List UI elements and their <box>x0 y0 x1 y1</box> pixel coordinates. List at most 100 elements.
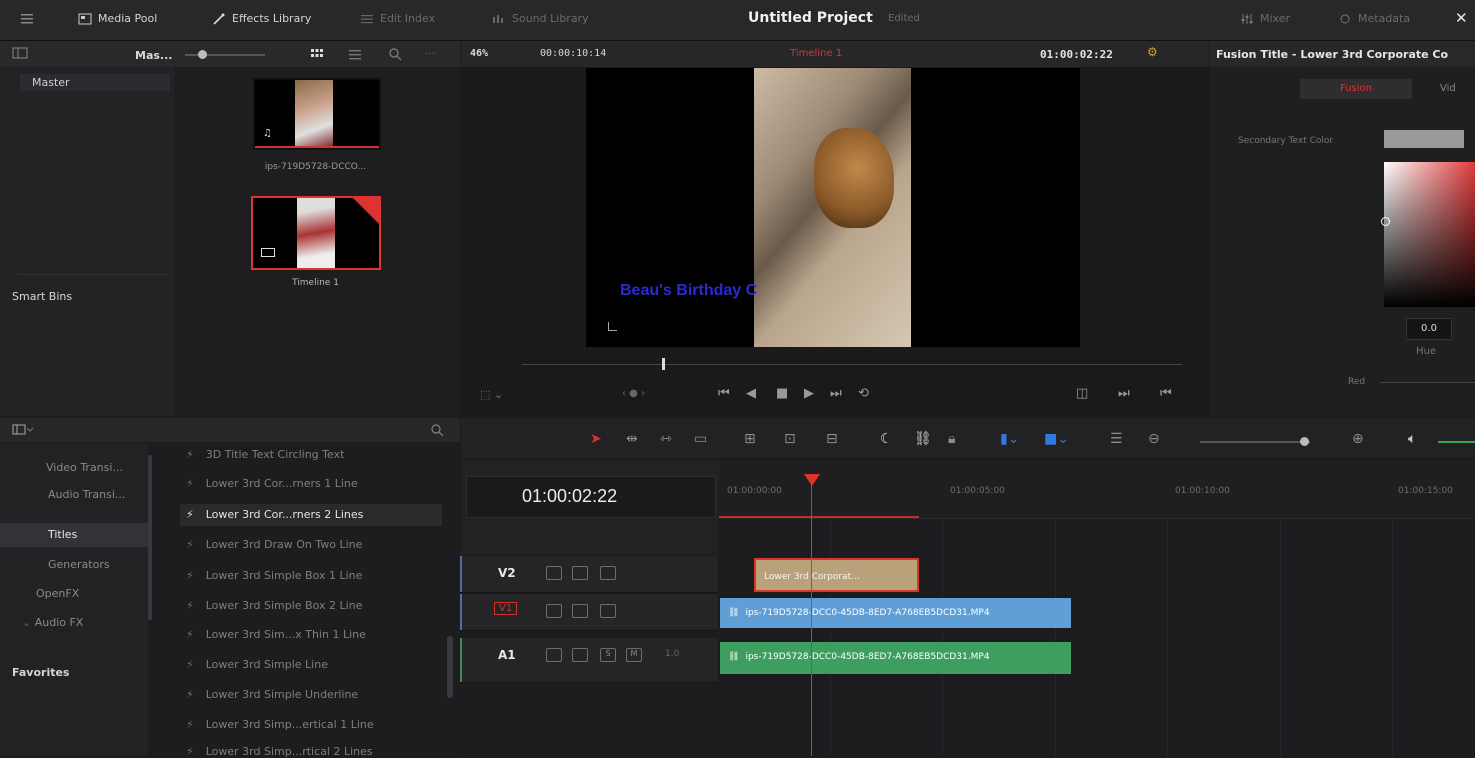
next-edit-icon[interactable]: ⏭ <box>1118 386 1130 401</box>
effect-item[interactable]: ⚡ Lower 3rd Simple Box 1 Line <box>186 569 362 582</box>
loop-icon[interactable]: ⟲ <box>858 386 869 401</box>
category-video-transitions[interactable]: Video Transi... <box>46 461 123 474</box>
master-bin[interactable]: Master <box>20 74 170 91</box>
viewer-options-icon[interactable]: ⚙ <box>1147 45 1158 59</box>
track-visibility-icon[interactable] <box>600 604 616 618</box>
trim-tool-icon[interactable]: ⇹ <box>626 431 638 447</box>
lock-icon[interactable] <box>546 566 562 580</box>
lock-icon[interactable]: 🔒︎ <box>948 431 955 447</box>
category-audio-transitions[interactable]: Audio Transi... <box>48 488 125 501</box>
effect-item-selected[interactable]: ⚡ Lower 3rd Cor...rners 2 Lines <box>180 504 442 526</box>
mute-button[interactable]: M <box>626 648 642 662</box>
effect-item[interactable]: ⚡ Lower 3rd Simple Box 2 Line <box>186 599 362 612</box>
zoom-slider-handle[interactable] <box>1300 437 1309 446</box>
zoom-out-icon[interactable]: ⊖ <box>1148 431 1160 447</box>
track-visibility-icon[interactable] <box>600 566 616 580</box>
close-icon[interactable]: ✕ <box>1455 9 1468 27</box>
audio-clip[interactable]: ⛓ ips-719D5728-DCC0-45DB-8ED7-A768EB5DCD3… <box>720 642 1071 674</box>
effect-item[interactable]: ⚡ Lower 3rd Sim...x Thin 1 Line <box>186 628 366 641</box>
marker-icon[interactable]: ■⌄ <box>1044 431 1069 447</box>
effects-scrollbar[interactable] <box>447 636 453 698</box>
effect-item[interactable]: ⚡ Lower 3rd Simp...rtical 2 Lines <box>186 745 373 758</box>
color-picker-handle[interactable] <box>1381 217 1390 226</box>
more-options-icon[interactable]: ··· <box>425 47 436 60</box>
timeline-view-icon[interactable]: ☰ <box>1110 431 1123 447</box>
panel-layout-icon[interactable] <box>12 47 30 62</box>
hue-field[interactable]: 0.0 <box>1406 318 1452 340</box>
link-icon[interactable]: ⛓ <box>914 431 932 447</box>
edit-index-button[interactable]: Edit Index <box>360 12 435 25</box>
thumbnail-size-slider[interactable] <box>185 54 265 56</box>
auto-select-icon[interactable] <box>572 604 588 618</box>
mark-in-icon[interactable]: ⏮ <box>1160 386 1172 401</box>
selection-tool-icon[interactable]: ➤ <box>590 431 602 447</box>
playhead-handle[interactable] <box>804 474 820 486</box>
red-slider[interactable] <box>1380 382 1475 383</box>
slider-handle[interactable] <box>198 50 207 59</box>
auto-select-icon[interactable] <box>572 648 588 662</box>
video-clip[interactable]: ⛓ ips-719D5728-DCC0-45DB-8ED7-A768EB5DCD3… <box>720 598 1071 628</box>
category-generators[interactable]: Generators <box>48 558 110 571</box>
sound-library-button[interactable]: Sound Library <box>492 12 589 25</box>
volume-slider[interactable] <box>1438 441 1475 443</box>
category-titles[interactable]: Titles <box>0 523 148 547</box>
list-view-icon[interactable] <box>348 48 362 63</box>
match-frame-icon[interactable]: ◫ <box>1076 386 1088 401</box>
dynamic-trim-icon[interactable]: ⇿ <box>660 431 672 447</box>
zoom-level[interactable]: 46% <box>470 48 488 59</box>
replace-clip-icon[interactable]: ⊟ <box>826 431 838 447</box>
media-pool-button[interactable]: Media Pool <box>78 12 157 25</box>
metadata-button[interactable]: Metadata <box>1338 12 1410 25</box>
go-to-end-icon[interactable]: ⏭ <box>830 386 842 401</box>
playhead[interactable] <box>811 475 812 756</box>
solo-button[interactable]: S <box>600 648 616 662</box>
track-name[interactable]: V1 <box>494 602 518 615</box>
speaker-icon[interactable]: 🔈︎ <box>1408 431 1416 447</box>
effect-item[interactable]: ⚡ Lower 3rd Simple Line <box>186 658 328 671</box>
bin-path[interactable]: Mas... <box>135 49 172 62</box>
categories-scrollbar[interactable] <box>148 455 152 620</box>
scrub-playhead[interactable] <box>662 358 665 370</box>
auto-select-icon[interactable] <box>572 566 588 580</box>
viewer-mode-icon[interactable]: ⬚ ⌄ <box>480 388 503 401</box>
effect-item[interactable]: ⚡ Lower 3rd Simp...ertical 1 Line <box>186 718 374 731</box>
effects-library-button[interactable]: Effects Library <box>212 12 311 25</box>
snapping-icon[interactable]: ☾ <box>880 431 893 447</box>
search-icon[interactable] <box>388 47 402 64</box>
zoom-in-icon[interactable]: ⊕ <box>1352 431 1364 447</box>
timeline-ruler[interactable] <box>719 460 1475 519</box>
jog-control[interactable]: ‹ ● › <box>622 388 645 399</box>
category-audio-fx[interactable]: ⌄ Audio FX <box>22 616 83 629</box>
search-icon[interactable] <box>430 423 444 440</box>
overwrite-clip-icon[interactable]: ⊡ <box>784 431 796 447</box>
timeline-selector[interactable]: Timeline 1 <box>790 48 842 59</box>
flag-icon[interactable]: ▮⌄ <box>1000 431 1019 447</box>
effect-item[interactable]: ⚡ Lower 3rd Simple Underline <box>186 688 358 701</box>
lock-icon[interactable] <box>546 604 562 618</box>
grid-view-icon[interactable] <box>310 48 324 63</box>
color-swatch[interactable] <box>1384 130 1464 148</box>
play-reverse-icon[interactable]: ◀ <box>746 386 756 401</box>
title-clip[interactable]: Lower 3rd Corporat... <box>754 558 919 592</box>
play-icon[interactable]: ▶ <box>804 386 814 401</box>
insert-clip-icon[interactable]: ⊞ <box>744 431 756 447</box>
color-picker-field[interactable] <box>1384 162 1475 307</box>
blade-tool-icon[interactable]: ▭ <box>694 431 707 447</box>
effect-item[interactable]: ⚡ Lower 3rd Draw On Two Line <box>186 538 362 551</box>
zoom-slider[interactable] <box>1200 441 1310 443</box>
lock-icon[interactable] <box>546 648 562 662</box>
mixer-button[interactable]: Mixer <box>1240 12 1290 25</box>
scrub-bar[interactable] <box>522 364 1182 365</box>
category-favorites[interactable]: Favorites <box>12 666 69 679</box>
go-to-start-icon[interactable]: ⏮ <box>718 386 730 401</box>
effect-item[interactable]: ⚡ Lower 3rd Cor...rners 1 Line <box>186 477 358 490</box>
effect-item[interactable]: ⚡ 3D Title Text Circling Text <box>186 448 344 461</box>
panel-toggle-icon[interactable] <box>12 424 34 439</box>
stop-icon[interactable]: ■ <box>776 386 788 401</box>
tab-fusion[interactable]: Fusion <box>1300 79 1412 99</box>
tab-video[interactable]: Vid <box>1440 79 1475 99</box>
timeline-thumbnail[interactable] <box>251 196 381 270</box>
hamburger-icon[interactable] <box>20 12 34 24</box>
clip-thumbnail[interactable]: ♫ <box>253 78 381 150</box>
category-openfx[interactable]: OpenFX <box>36 587 79 600</box>
